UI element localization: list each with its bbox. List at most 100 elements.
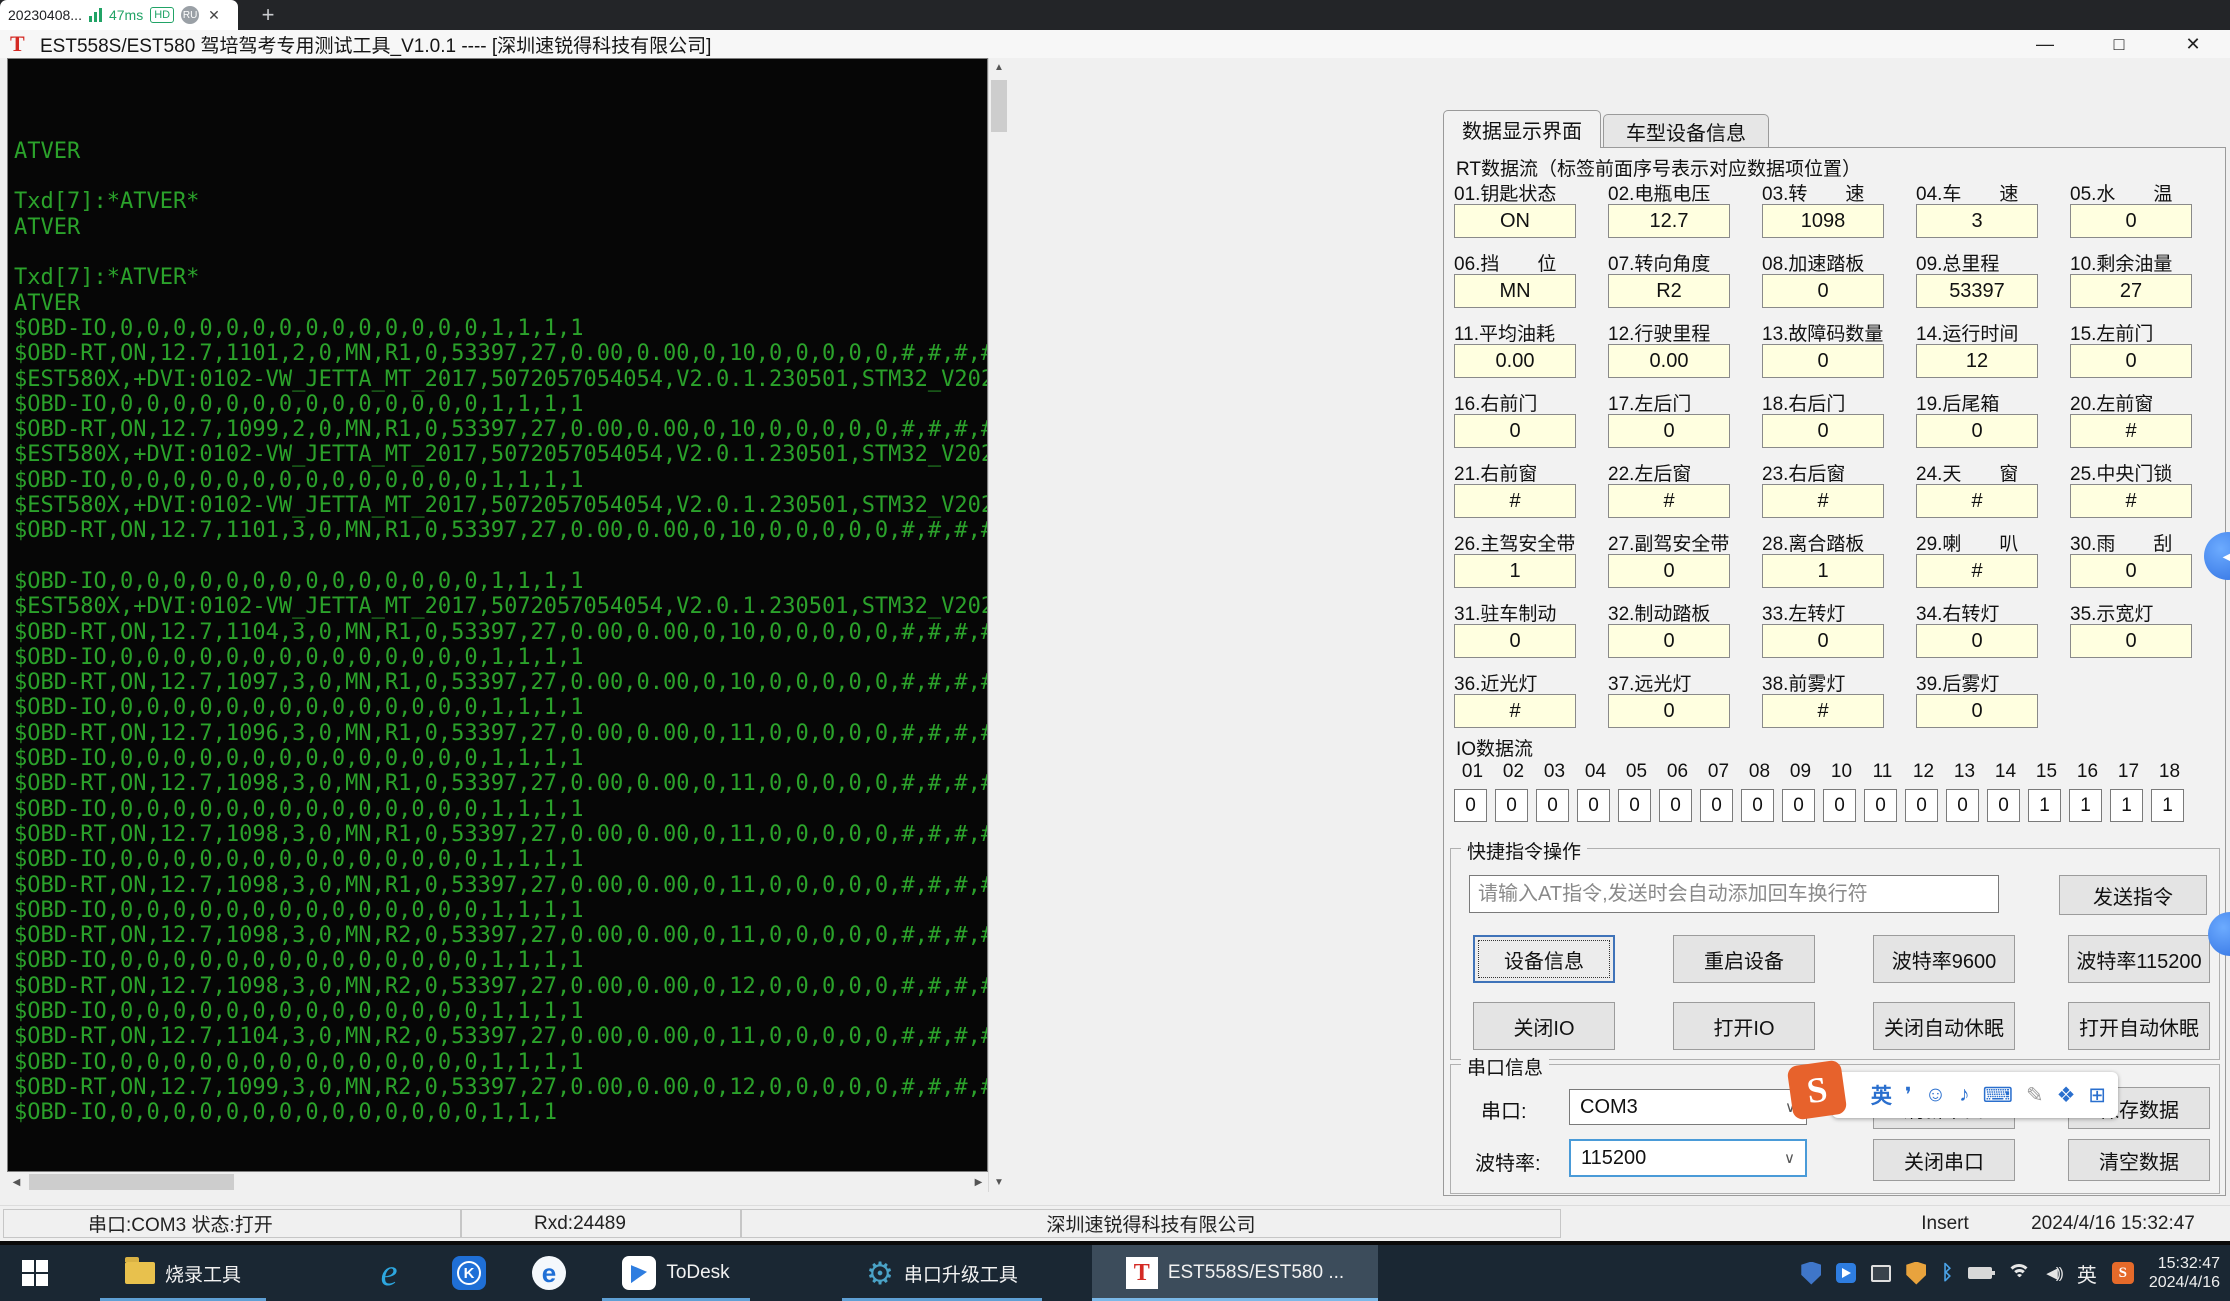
taskbar-k-app[interactable]: K (434, 1245, 504, 1301)
io-value: 0 (1700, 789, 1733, 822)
rt-field-label: 15.左前门 (2070, 319, 2224, 343)
battery-icon[interactable] (1968, 1267, 1992, 1279)
serial-log-terminal: ATVERTxd[7]:*ATVER*ATVERTxd[7]:*ATVER*AT… (7, 58, 988, 1172)
enable-auto-sleep-button[interactable]: 打开自动休眠 (2068, 1002, 2210, 1050)
device-info-button[interactable]: 设备信息 (1473, 935, 1615, 983)
maximize-button[interactable]: □ (2082, 30, 2156, 58)
tab-device-info[interactable]: 车型设备信息 (1603, 114, 1769, 148)
rt-field: 25.中央门锁 # (2070, 459, 2224, 518)
rt-field: 39.后雾灯 0 (1916, 669, 2070, 728)
log-line: $OBD-IO,0,0,0,0,0,0,0,0,0,0,0,0,0,0,1,1,… (14, 1100, 987, 1125)
io-value: 0 (1495, 789, 1528, 822)
sogou-tray-icon[interactable]: S (2112, 1262, 2134, 1284)
taskbar-burn-tool[interactable]: 烧录工具 (94, 1245, 272, 1301)
horizontal-scrollbar[interactable]: ◀ ▶ (7, 1172, 988, 1192)
vertical-scroll-thumb[interactable] (991, 80, 1007, 132)
tab-data-display[interactable]: 数据显示界面 (1443, 110, 1601, 148)
ime-keyboard-icon[interactable]: ⌨ (1983, 1083, 2013, 1108)
signal-bars-icon (89, 8, 102, 22)
io-header: 13 (1944, 761, 1985, 783)
disable-auto-sleep-button[interactable]: 关闭自动休眠 (1873, 1002, 2015, 1050)
log-line: $OBD-RT,ON,12.7,1098,3,0,MN,R1,0,53397,2… (14, 771, 987, 796)
rt-field: 32.制动踏板 0 (1608, 599, 1762, 658)
input-language-indicator[interactable]: 英 (2077, 1259, 2097, 1288)
io-header: 07 (1698, 761, 1739, 783)
ime-lang-icon[interactable]: 英 (1871, 1080, 1892, 1110)
new-session-button[interactable]: + (253, 0, 283, 30)
clear-data-button[interactable]: 清空数据 (2068, 1139, 2210, 1181)
at-command-input[interactable] (1469, 875, 1999, 913)
scroll-down-icon[interactable]: ▼ (989, 1173, 1009, 1192)
rt-field-value: 0 (1762, 414, 1884, 448)
io-header: 03 (1534, 761, 1575, 783)
rt-field-label: 28.离合踏板 (1762, 529, 1916, 553)
scroll-right-icon[interactable]: ▶ (969, 1172, 988, 1192)
rt-field: 08.加速踏板 0 (1762, 249, 1916, 308)
open-io-button[interactable]: 打开IO (1673, 1002, 1815, 1050)
rt-field-label: 29.喇 叭 (1916, 529, 2070, 553)
rt-field-label: 26.主驾安全带 (1454, 529, 1608, 553)
rt-field-value: 0 (1762, 624, 1884, 658)
wifi-icon[interactable] (2007, 1264, 2031, 1282)
status-bar: 串口:COM3 状态:打开 Rxd:24489 深圳速锐得科技有限公司 Inse… (0, 1205, 2230, 1241)
bluetooth-icon[interactable]: ᛒ (1941, 1262, 1953, 1285)
rt-field: 23.右后窗 # (1762, 459, 1916, 518)
rt-field-label: 21.右前窗 (1454, 459, 1608, 483)
remote-session-tab[interactable]: 20230408... 47ms HD RU ✕ (0, 0, 238, 30)
ime-toolbox-icon[interactable]: ⊞ (2088, 1083, 2106, 1108)
rt-field: 01.钥匙状态 ON (1454, 179, 1608, 238)
log-line: $OBD-IO,0,0,0,0,0,0,0,0,0,0,0,0,0,0,1,1,… (14, 999, 987, 1024)
rt-field-value: # (1762, 694, 1884, 728)
ime-skin-icon[interactable]: ❖ (2057, 1083, 2076, 1108)
rt-field-label: 17.左后门 (1608, 389, 1762, 413)
minimize-button[interactable]: — (2008, 30, 2082, 58)
start-button[interactable] (0, 1245, 70, 1301)
todesk-icon (622, 1256, 656, 1290)
ime-emoji-icon[interactable]: ☺ (1925, 1083, 1946, 1107)
rt-field-label: 02.电瓶电压 (1608, 179, 1762, 203)
taskbar-serial-upgrade-tool[interactable]: ⚙ 串口升级工具 (836, 1245, 1048, 1301)
security-shield-icon[interactable] (1801, 1262, 1821, 1285)
io-value: 0 (1741, 789, 1774, 822)
display-tray-icon[interactable] (1871, 1265, 1891, 1282)
todesk-tray-icon[interactable] (1836, 1263, 1856, 1283)
rt-field-value: 0 (1762, 344, 1884, 378)
rt-field-value: 0 (1916, 414, 2038, 448)
restart-device-button[interactable]: 重启设备 (1673, 935, 1815, 983)
baud-115200-button[interactable]: 波特率115200 (2068, 935, 2210, 983)
firewall-tray-icon[interactable] (1906, 1262, 1926, 1285)
rt-field-label: 22.左后窗 (1608, 459, 1762, 483)
scroll-left-icon[interactable]: ◀ (7, 1172, 26, 1192)
taskbar-todesk[interactable]: ToDesk (596, 1245, 756, 1301)
taskbar-browser[interactable]: e (514, 1245, 584, 1301)
close-button[interactable]: ✕ (2156, 30, 2230, 58)
rt-field-value: 0 (1454, 624, 1576, 658)
remote-tab-close-icon[interactable]: ✕ (208, 7, 220, 24)
ime-handwrite-icon[interactable]: ✎ (2026, 1083, 2044, 1108)
ime-punctuation-icon[interactable]: ❜ (1905, 1083, 1912, 1108)
sogou-ime-logo[interactable]: S (1787, 1060, 1848, 1121)
ime-voice-icon[interactable]: ♪ (1959, 1083, 1970, 1107)
baud-9600-button[interactable]: 波特率9600 (1873, 935, 2015, 983)
rt-field-value: 0 (1916, 624, 2038, 658)
close-port-button[interactable]: 关闭串口 (1873, 1139, 2015, 1181)
taskbar-ie[interactable]: e (354, 1245, 424, 1301)
io-value-row: 000000000000001111 (1454, 789, 2192, 822)
vertical-scrollbar[interactable]: ▲ ▼ (988, 58, 1008, 1192)
io-value: 0 (1659, 789, 1692, 822)
remote-session-strip: 20230408... 47ms HD RU ✕ + (0, 0, 2230, 30)
rt-field-value: 1098 (1762, 204, 1884, 238)
close-io-button[interactable]: 关闭IO (1473, 1002, 1615, 1050)
horizontal-scroll-thumb[interactable] (29, 1174, 234, 1190)
baud-select[interactable]: 115200 ∨ (1569, 1139, 1807, 1177)
scroll-up-icon[interactable]: ▲ (989, 58, 1009, 77)
rt-field-label: 04.车 速 (1916, 179, 2070, 203)
port-select[interactable]: COM3 ∨ (1569, 1089, 1807, 1125)
send-command-button[interactable]: 发送指令 (2059, 875, 2207, 915)
app-logo-icon: T (10, 33, 30, 55)
io-value: 1 (2110, 789, 2143, 822)
taskbar-clock[interactable]: 15:32:47 2024/4/16 (2149, 1254, 2220, 1292)
volume-icon[interactable]: ◀)) (2046, 1264, 2062, 1282)
status-port: 串口:COM3 状态:打开 (3, 1209, 461, 1238)
taskbar-est-app[interactable]: T EST558S/EST580 ... (1092, 1245, 1378, 1301)
